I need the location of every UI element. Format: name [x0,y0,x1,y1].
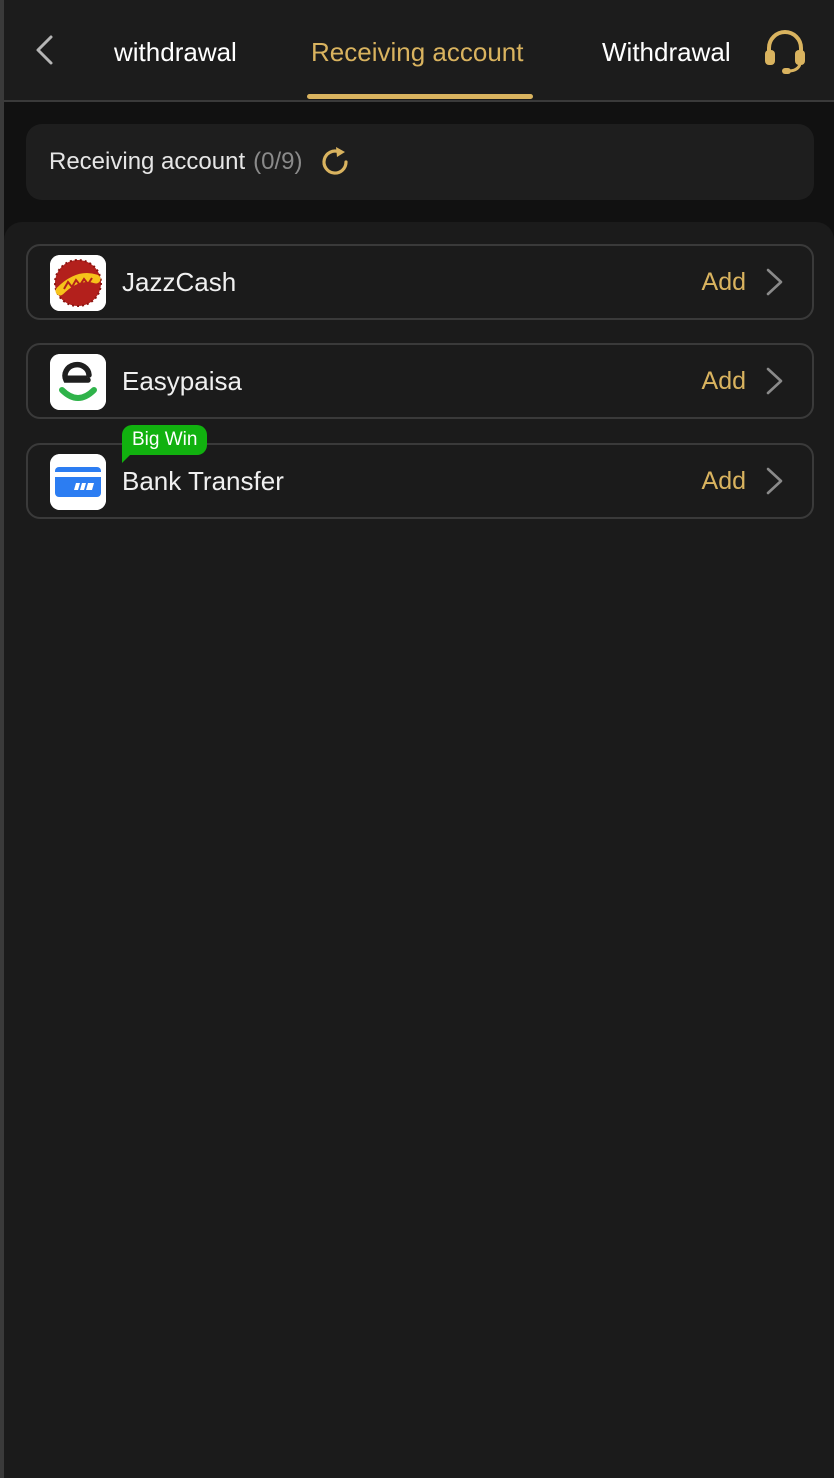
tab-receiving-account[interactable]: Receiving account [311,30,523,74]
account-count: (0/9) [253,148,303,175]
easypaisa-logo [50,354,106,410]
account-row-easypaisa[interactable]: Easypaisa Add [26,343,814,419]
app-root: withdrawal Receiving account Withdrawal … [0,0,834,1478]
add-button[interactable]: Add [702,246,746,318]
account-list-panel: JazzCash Add Easypaisa Add Big Win Bank … [4,222,834,1478]
account-name: JazzCash [122,267,237,297]
top-nav: withdrawal Receiving account Withdrawal [4,0,834,102]
account-name: Easypaisa [122,366,242,396]
jazzcash-logo [50,255,106,311]
tab-withdrawal[interactable]: withdrawal [114,30,237,74]
refresh-button[interactable] [316,143,354,181]
receiving-account-summary: Receiving account (0/9) [26,124,814,200]
chevron-left-icon [36,35,53,65]
account-row-jazzcash[interactable]: JazzCash Add [26,244,814,320]
add-button[interactable]: Add [702,445,746,517]
tab-withdrawal-records[interactable]: Withdrawal [602,30,731,74]
account-row-bank-transfer[interactable]: Big Win Bank Transfer Add [26,425,814,519]
account-name: Bank Transfer [122,466,284,496]
chevron-right-icon [766,367,783,395]
chevron-right-icon [766,467,783,495]
chevron-right-icon [766,268,783,296]
customer-support-button[interactable] [758,24,812,78]
bank-card-icon [50,454,106,510]
headset-icon [765,30,805,74]
active-tab-indicator [307,94,533,99]
add-button[interactable]: Add [702,345,746,417]
back-button[interactable] [26,30,62,70]
refresh-icon [322,147,349,175]
summary-label: Receiving account [49,148,246,175]
